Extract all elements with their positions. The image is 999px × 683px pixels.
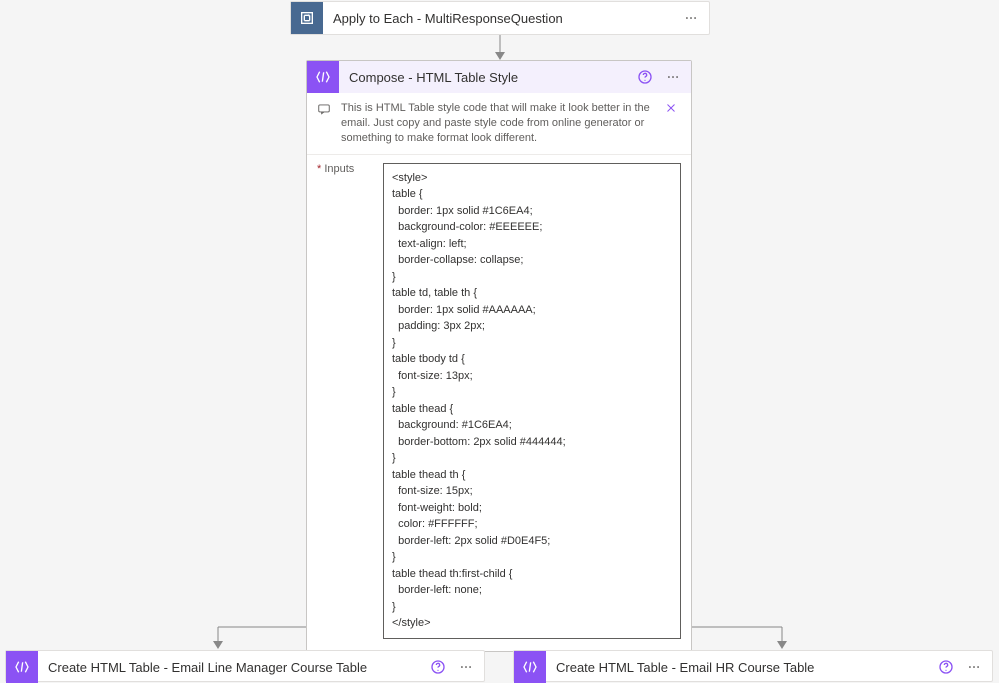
compose-icon <box>307 61 339 93</box>
help-button[interactable] <box>424 653 452 681</box>
inputs-label: Inputs <box>317 163 373 639</box>
more-menu[interactable] <box>960 653 988 681</box>
card-title: Apply to Each - MultiResponseQuestion <box>323 11 677 26</box>
compose-header[interactable]: Compose - HTML Table Style <box>307 61 691 93</box>
create-html-table-line-manager-card[interactable]: Create HTML Table - Email Line Manager C… <box>5 650 485 682</box>
card-title: Compose - HTML Table Style <box>339 70 631 85</box>
inputs-textbox[interactable]: <style> table { border: 1px solid #1C6EA… <box>383 163 681 639</box>
card-title: Create HTML Table - Email HR Course Tabl… <box>546 660 932 675</box>
more-menu[interactable] <box>659 63 687 91</box>
card-title: Create HTML Table - Email Line Manager C… <box>38 660 424 675</box>
compose-icon <box>6 651 38 683</box>
comment-icon <box>315 101 333 116</box>
close-note-button[interactable] <box>661 101 681 114</box>
loop-icon <box>291 2 323 34</box>
compose-icon <box>514 651 546 683</box>
help-button[interactable] <box>631 63 659 91</box>
compose-html-style-card: Compose - HTML Table Style This is HTML … <box>306 60 692 652</box>
create-html-table-hr-card[interactable]: Create HTML Table - Email HR Course Tabl… <box>513 650 993 682</box>
note-text: This is HTML Table style code that will … <box>341 101 653 146</box>
more-menu[interactable] <box>677 4 705 32</box>
apply-to-each-card[interactable]: Apply to Each - MultiResponseQuestion <box>290 1 710 35</box>
help-button[interactable] <box>932 653 960 681</box>
note-row: This is HTML Table style code that will … <box>307 93 691 155</box>
more-menu[interactable] <box>452 653 480 681</box>
